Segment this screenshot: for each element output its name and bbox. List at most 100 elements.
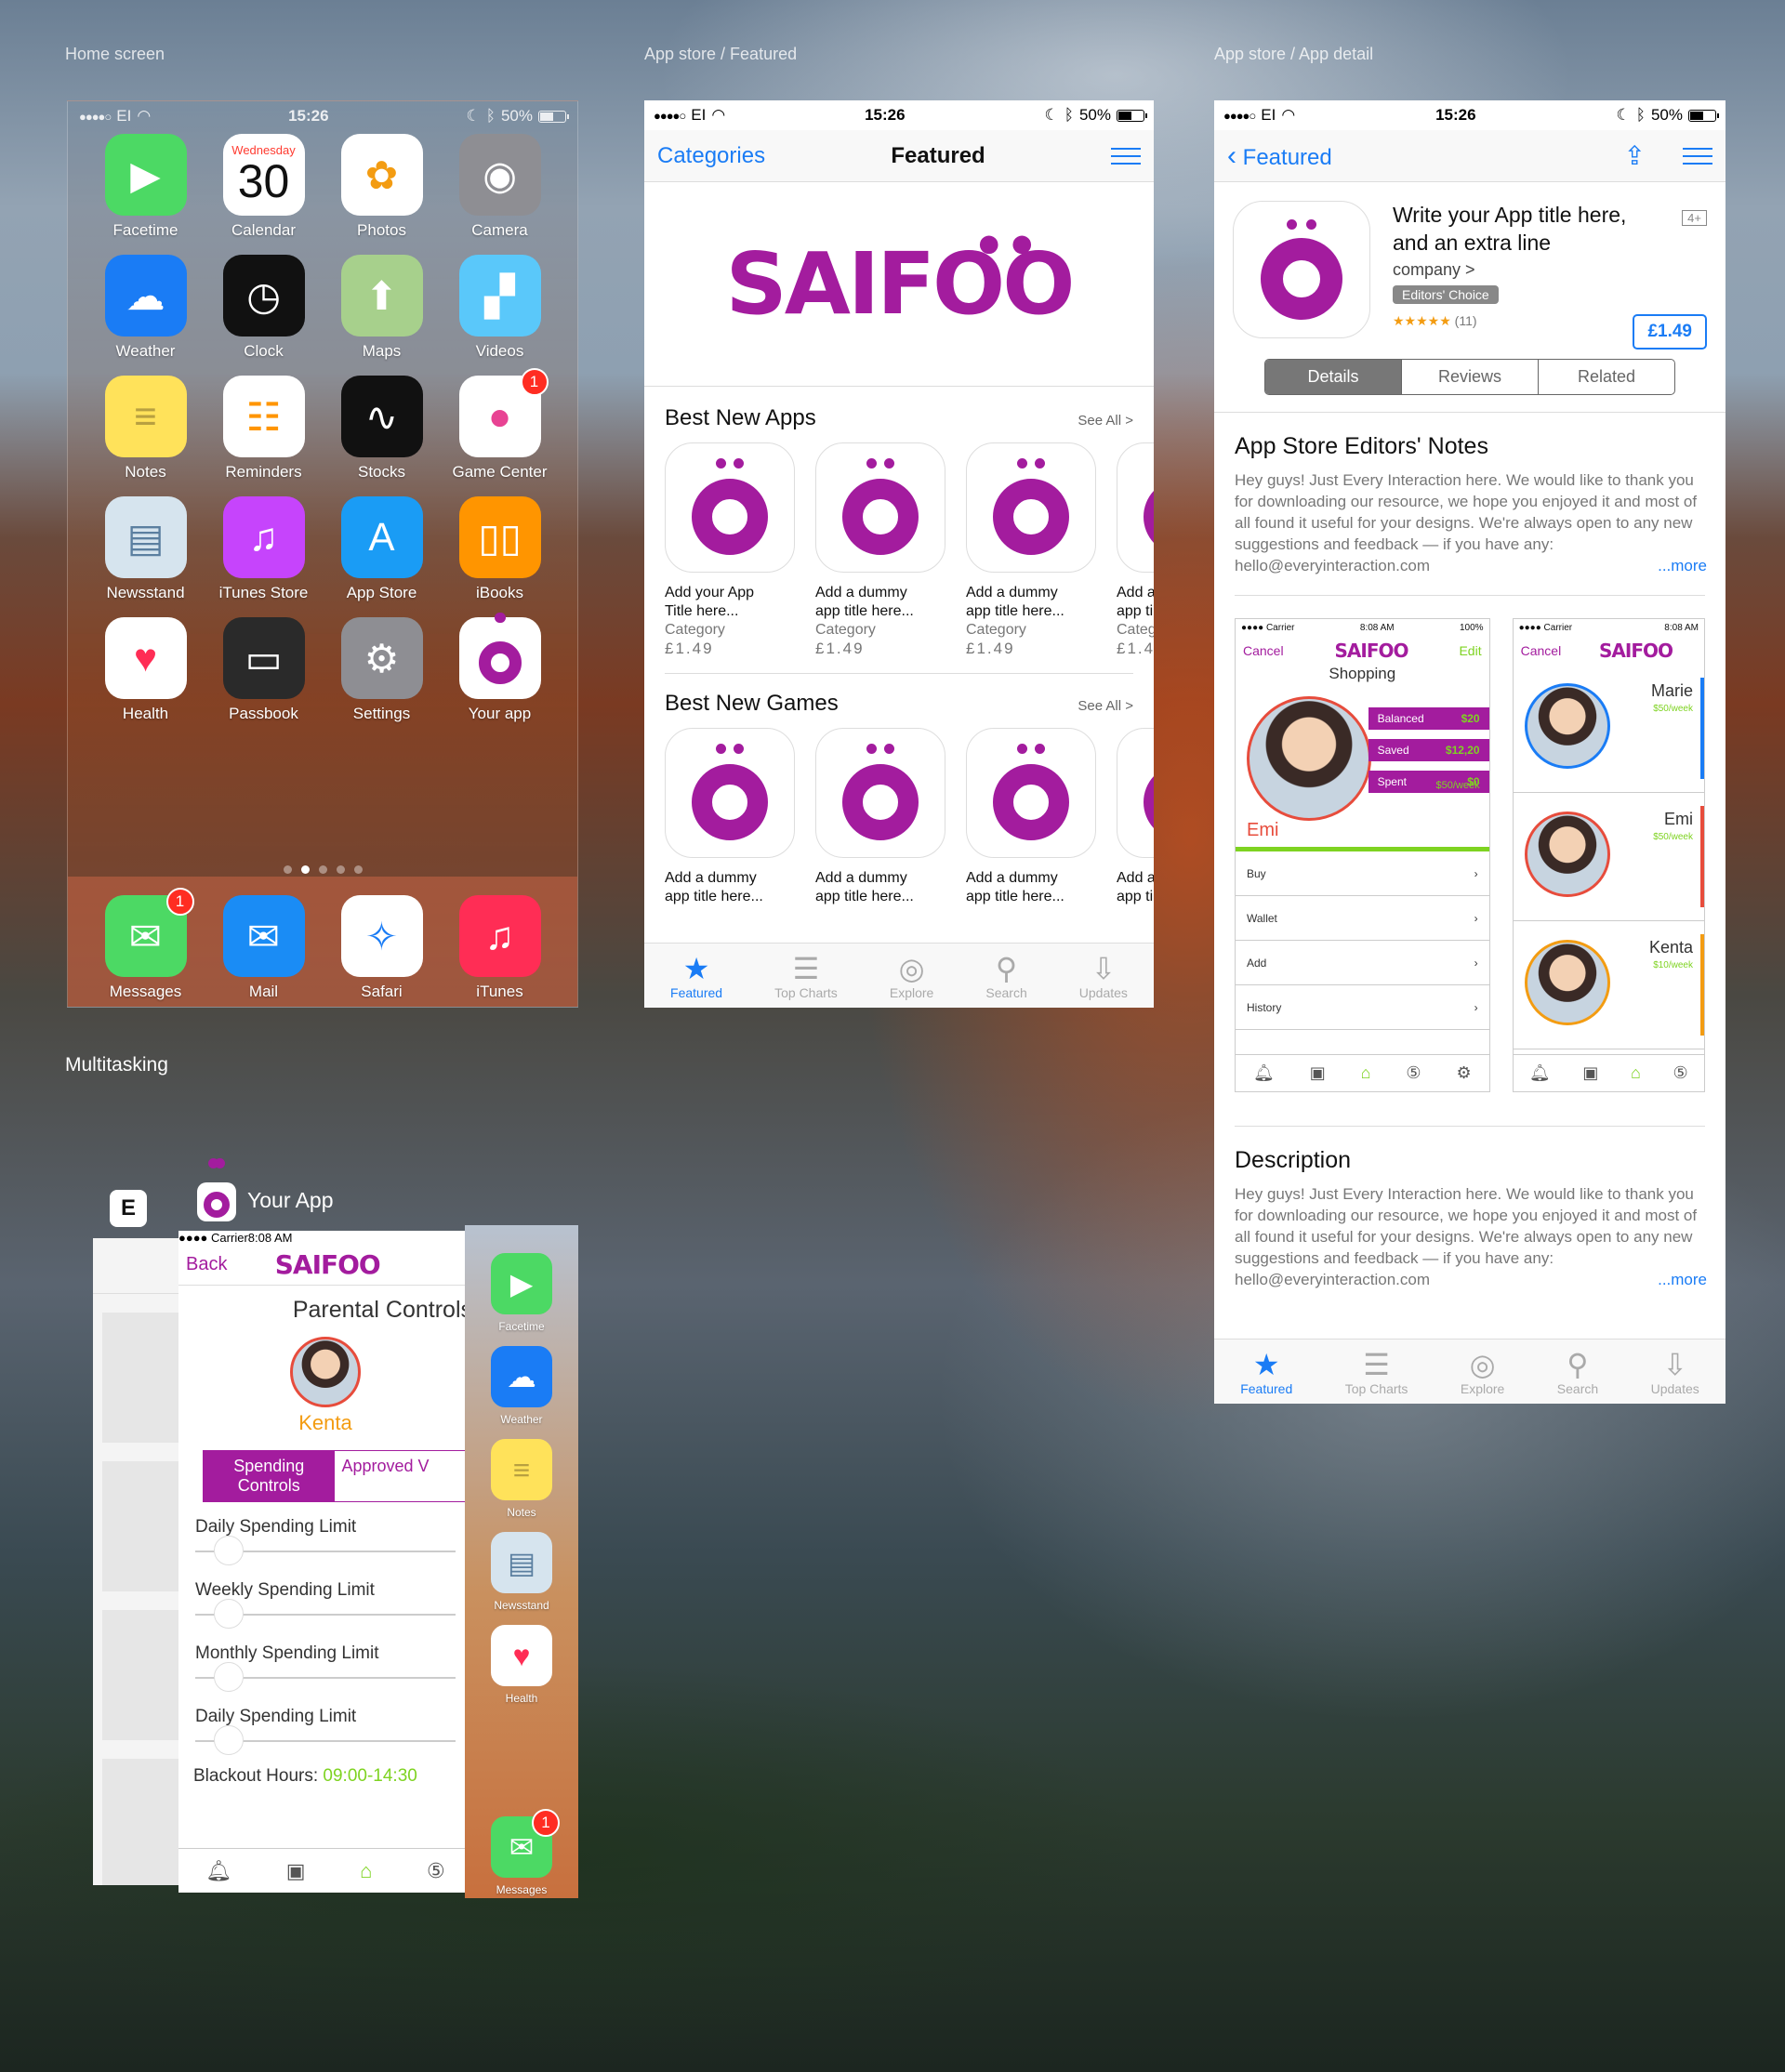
screenshot-2[interactable]: ●●●● Carrier 8:08 AM Cancel SAIFOO Marie $… [1512, 618, 1705, 1092]
tab-search[interactable]: ⚲ Search [985, 952, 1026, 1000]
app-your-app[interactable]: Your app [441, 613, 559, 723]
app-weather[interactable]: ☁ Weather [86, 255, 205, 361]
see-all-link[interactable]: See All > [1078, 698, 1133, 714]
app-camera[interactable]: ◉ Camera [441, 134, 559, 240]
app-tile[interactable]: Add a app ti Categ £1.4 [1117, 442, 1154, 658]
app-itunes[interactable]: ♫ iTunes [441, 895, 559, 1001]
app-label: Messages [496, 1883, 548, 1896]
limit-slider[interactable] [195, 1725, 456, 1755]
tab-reviews[interactable]: Reviews [1402, 360, 1539, 394]
app-videos[interactable]: ▞ Videos [441, 255, 559, 361]
app-label: Calendar [231, 221, 296, 239]
app-app-store[interactable]: A App Store [323, 496, 441, 602]
app-game-center[interactable]: ● 1 Game Center [441, 368, 559, 482]
app-maps[interactable]: ⬆ Maps [323, 255, 441, 361]
app-tile[interactable]: Add a dummy app title here... [665, 728, 795, 906]
bell-icon[interactable]: 🔔︎ [205, 1859, 231, 1883]
app-newsstand[interactable]: ▤ Newsstand [465, 1532, 578, 1612]
slider-thumb[interactable] [214, 1536, 244, 1565]
tab-related[interactable]: Related [1539, 360, 1674, 394]
your-app-icon[interactable] [197, 1158, 236, 1221]
app-tile[interactable]: Add a app ti [1117, 728, 1154, 906]
description-body: Hey guys! Just Every Interaction here. W… [1235, 1185, 1707, 1290]
blackout-row[interactable]: Blackout Hours: 09:00-14:30 [178, 1766, 472, 1787]
coin-icon[interactable]: ⑤ [427, 1859, 445, 1883]
everyinteraction-icon[interactable]: E [110, 1190, 147, 1227]
limit-slider[interactable] [195, 1662, 456, 1692]
company-link[interactable]: company > [1393, 260, 1672, 280]
app-facetime[interactable]: ▶ Facetime [86, 134, 205, 240]
tab-approved[interactable]: Approved V [335, 1451, 473, 1501]
app-passbook[interactable]: ▭ Passbook [205, 617, 323, 723]
home-screen-card[interactable]: ▶ Facetime ☁ Weather ≡ Notes ▤ Newsstand ♥ Health… [465, 1225, 578, 1898]
app-photos[interactable]: ✿ Photos [323, 134, 441, 240]
app-calendar[interactable]: Wednesday 30 Calendar [205, 134, 323, 240]
app-health[interactable]: ♥ Health [86, 617, 205, 723]
tile-title-line2: Title here... [665, 603, 739, 619]
app-tile[interactable]: Add your App Title here... Category £1.49 [665, 442, 795, 658]
app-notes[interactable]: ≡ Notes [465, 1439, 578, 1519]
categories-button[interactable]: Categories [657, 143, 765, 169]
app-label: App Store [346, 584, 417, 601]
tab-spending-controls[interactable]: Spending Controls [204, 1451, 335, 1501]
limit-slider[interactable] [195, 1536, 456, 1565]
app-itunes-store[interactable]: ♫ iTunes Store [205, 496, 323, 602]
app-ibooks[interactable]: ▯▯ iBooks [441, 496, 559, 602]
back-button[interactable]: Back [186, 1254, 227, 1275]
app-mail[interactable]: ✉ Mail [205, 895, 323, 1001]
limit-label: Daily Spending Limit [195, 1517, 357, 1537]
app-stocks[interactable]: ∿ Stocks [323, 376, 441, 482]
app-messages[interactable]: ✉ 1 Messages [465, 1809, 578, 1896]
app-weather[interactable]: ☁ Weather [465, 1346, 578, 1426]
tab-search[interactable]: ⚲ Search [1557, 1348, 1598, 1396]
back-label: Featured [1242, 144, 1332, 170]
tab-details[interactable]: Details [1265, 360, 1402, 394]
share-icon[interactable]: ⇪ [1624, 140, 1646, 171]
app-facetime[interactable]: ▶ Facetime [465, 1253, 578, 1333]
app-tile[interactable]: Add a dummy app title here... [815, 728, 945, 906]
chevron-right-icon: › [1474, 956, 1478, 970]
more-link[interactable]: ...more [1652, 1269, 1707, 1290]
limit-slider[interactable] [195, 1599, 456, 1629]
person-rate: $50/week [1653, 832, 1693, 842]
featured-banner[interactable]: SAIFOO ● ● [644, 182, 1154, 387]
app-tile[interactable]: Add a dummy app title here... Category £1.4… [815, 442, 945, 658]
more-link[interactable]: ...more [1652, 555, 1707, 576]
tab-top-charts[interactable]: ☰ Top Charts [774, 952, 838, 1000]
tab-explore[interactable]: ◎ Explore [890, 952, 933, 1000]
slider-thumb[interactable] [214, 1725, 244, 1755]
tab-top-charts[interactable]: ☰ Top Charts [1345, 1348, 1408, 1396]
home-icon[interactable]: ⌂ [360, 1859, 372, 1883]
tab-explore[interactable]: ◎ Explore [1461, 1348, 1504, 1396]
rating[interactable]: ★★★★★ (11) [1393, 313, 1672, 329]
logo-dots-icon: ● ● [978, 229, 1035, 257]
tab-updates[interactable]: ⇩ Updates [1079, 952, 1128, 1000]
tab-updates[interactable]: ⇩ Updates [1651, 1348, 1699, 1396]
list-icon[interactable] [1110, 146, 1141, 166]
wallet-icon[interactable]: ▣ [286, 1859, 306, 1883]
list-icon[interactable] [1683, 146, 1712, 166]
app-tile[interactable]: Add a dummy app title here... Category £1.4… [966, 442, 1096, 658]
status-time: 15:26 [1435, 106, 1476, 124]
screenshots[interactable]: ●●●● Carrier 8:08 AM 100% Cancel SAIFOO Ed… [1214, 618, 1726, 1092]
slider-thumb[interactable] [214, 1662, 244, 1692]
app-safari[interactable]: ✧ Safari [323, 895, 441, 1001]
see-all-link[interactable]: See All > [1078, 413, 1133, 429]
page-indicator[interactable] [68, 865, 577, 874]
slider-thumb[interactable] [214, 1599, 244, 1629]
back-button[interactable]: ‹ Featured [1227, 140, 1332, 172]
app-clock[interactable]: ◷ Clock [205, 255, 323, 361]
your-app-card[interactable]: ●●●● Carrier8:08 AM Back SAIFOO Parental… [178, 1231, 472, 1893]
app-notes[interactable]: ≡ Notes [86, 376, 205, 482]
tab-featured[interactable]: ★ Featured [670, 952, 722, 1000]
row-label: Add [1247, 956, 1267, 970]
app-messages[interactable]: ✉ 1 Messages [86, 888, 205, 1001]
tab-featured[interactable]: ★ Featured [1240, 1348, 1292, 1396]
app-settings[interactable]: ⚙ Settings [323, 617, 441, 723]
app-health[interactable]: ♥ Health [465, 1625, 578, 1705]
app-tile[interactable]: Add a dummy app title here... [966, 728, 1096, 906]
screenshot-1[interactable]: ●●●● Carrier 8:08 AM 100% Cancel SAIFOO Ed… [1235, 618, 1490, 1092]
app-reminders[interactable]: ☷ Reminders [205, 376, 323, 482]
app-newsstand[interactable]: ▤ Newsstand [86, 496, 205, 602]
price-button[interactable]: £1.49 [1633, 314, 1707, 350]
